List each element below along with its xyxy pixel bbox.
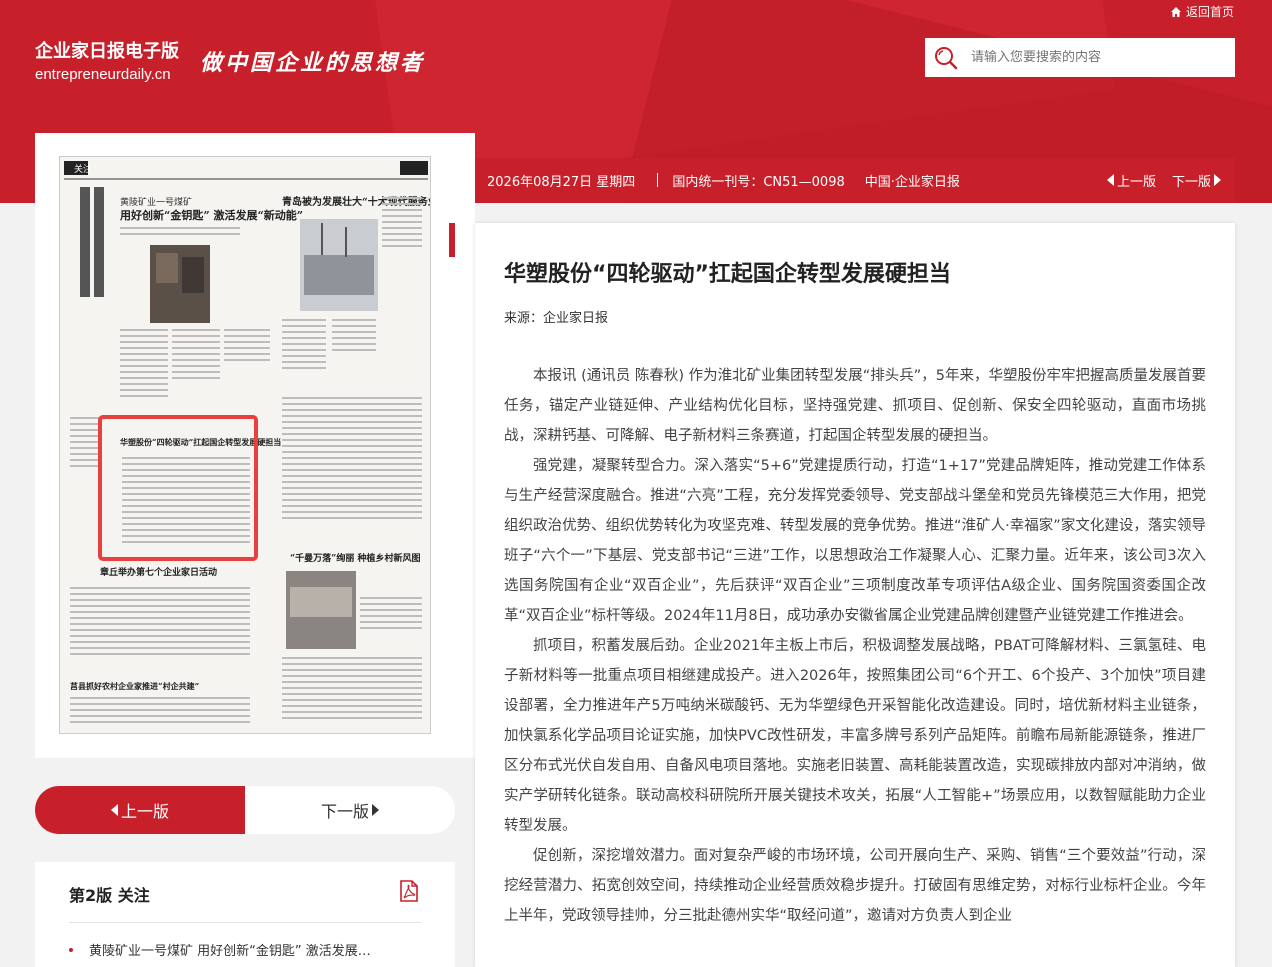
article-paragraph: 促创新，深挖增效潜力。面对复杂严峻的市场环境，公司开展向生产、采购、销售“三个要… [504, 848, 1206, 924]
prev-page-button[interactable]: 上一版 [35, 786, 245, 834]
brand[interactable]: 企业家日报电子版 entrepreneurdaily.cn [35, 37, 179, 83]
issn-number: 国内统一刊号：CN51—0098 [672, 174, 845, 190]
newspaper-page-image: 关注 黄陵矿业一号煤矿 用好创新“金钥匙” 激活发展“新动能” 青岛被为发展壮大… [60, 157, 431, 733]
article-title: 华塑股份“四轮驱动”扛起国企转型发展硬担当 [504, 262, 951, 287]
edition-card: 第2版 关注 黄陵矿业一号煤矿 用好创新“金钥匙” 激活发展… [35, 862, 455, 967]
article-source: 来源：企业家日报 [504, 311, 609, 326]
svg-text:青岛被为发展壮大“十大现代服务业”: 青岛被为发展壮大“十大现代服务业” [282, 195, 431, 208]
page-selector-tab[interactable] [449, 223, 455, 257]
search-box[interactable] [925, 38, 1235, 77]
home-icon [1170, 6, 1181, 17]
edition-article-link[interactable]: 黄陵矿业一号煤矿 用好创新“金钥匙” 激活发展… [69, 940, 371, 959]
svg-text:“千曼万落”绚丽 种植乡村新风图: “千曼万落”绚丽 种植乡村新风图 [290, 552, 421, 564]
divider [657, 173, 659, 187]
search-input[interactable] [971, 50, 1211, 65]
arrow-left-icon [110, 804, 118, 816]
svg-text:章丘举办第七个企业家日活动: 章丘举办第七个企业家日活动 [100, 566, 217, 578]
article-paragraph: 强党建，凝聚转型合力。深入落实“5+6”党建提质行动，打造“1+17”党建品牌矩… [504, 458, 1206, 624]
svg-text:关注: 关注 [74, 163, 92, 175]
article-paragraph: 本报讯 (通讯员 陈春秋) 作为淮北矿业集团转型发展“排头兵”，5年来，华塑股份… [504, 368, 1206, 444]
next-edition-label: 下一版 [1171, 174, 1211, 190]
issue-info-bar: 2026年08月27日 星期四 国内统一刊号：CN51—0098 中国·企业家日… [475, 158, 1235, 202]
svg-text:黄陵矿业一号煤矿: 黄陵矿业一号煤矿 [120, 196, 192, 208]
brand-domain: entrepreneurdaily.cn [35, 66, 171, 83]
svg-text:莒县抓好农村企业家推进“村企共建”: 莒县抓好农村企业家推进“村企共建” [70, 681, 199, 691]
next-page-button[interactable]: 下一版 [245, 786, 455, 834]
paper-name: 中国·企业家日报 [864, 174, 960, 190]
page-pager: 上一版 下一版 [35, 786, 455, 834]
issue-date: 2026年08月27日 星期四 [487, 174, 636, 190]
arrow-right-icon [372, 804, 379, 816]
svg-text:用好创新“金钥匙” 激活发展“新动能”: 用好创新“金钥匙” 激活发展“新动能” [120, 208, 303, 222]
arrow-left-icon [1106, 174, 1114, 186]
home-link-label: 返回首页 [1185, 5, 1234, 19]
slogan: 做中国企业的思想者 [200, 50, 426, 76]
search-icon[interactable] [933, 45, 959, 71]
article-paragraph: 抓项目，积蓄发展后劲。企业2021年主板上市后，积极调整发展战略，PBAT可降解… [504, 638, 1206, 834]
next-page-label: 下一版 [320, 802, 369, 821]
prev-edition-label: 上一版 [1116, 174, 1156, 190]
next-edition-link[interactable]: 下一版 [1172, 171, 1221, 190]
bullet-icon [69, 947, 73, 952]
prev-edition-link[interactable]: 上一版 [1106, 171, 1156, 190]
edition-nav: 上一版 下一版 [1106, 171, 1221, 190]
edition-title: 第2版 关注 [69, 886, 150, 905]
newspaper-page-thumbnail[interactable]: 关注 黄陵矿业一号煤矿 用好创新“金钥匙” 激活发展“新动能” 青岛被为发展壮大… [59, 156, 431, 734]
divider [69, 922, 421, 923]
home-link[interactable]: 返回首页 [1170, 3, 1234, 20]
pdf-icon[interactable] [399, 880, 419, 902]
prev-page-label: 上一版 [120, 802, 169, 821]
arrow-right-icon [1214, 174, 1221, 186]
article-body: 本报讯 (通讯员 陈春秋) 作为淮北矿业集团转型发展“排头兵”，5年来，华塑股份… [504, 361, 1206, 931]
article-panel: 华塑股份“四轮驱动”扛起国企转型发展硬担当 来源：企业家日报 本报讯 (通讯员 … [475, 223, 1235, 967]
brand-name: 企业家日报电子版 [35, 41, 179, 62]
edition-article-title: 黄陵矿业一号煤矿 用好创新“金钥匙” 激活发展… [89, 944, 371, 959]
newspaper-page-card: 关注 黄陵矿业一号煤矿 用好创新“金钥匙” 激活发展“新动能” 青岛被为发展壮大… [35, 133, 475, 758]
